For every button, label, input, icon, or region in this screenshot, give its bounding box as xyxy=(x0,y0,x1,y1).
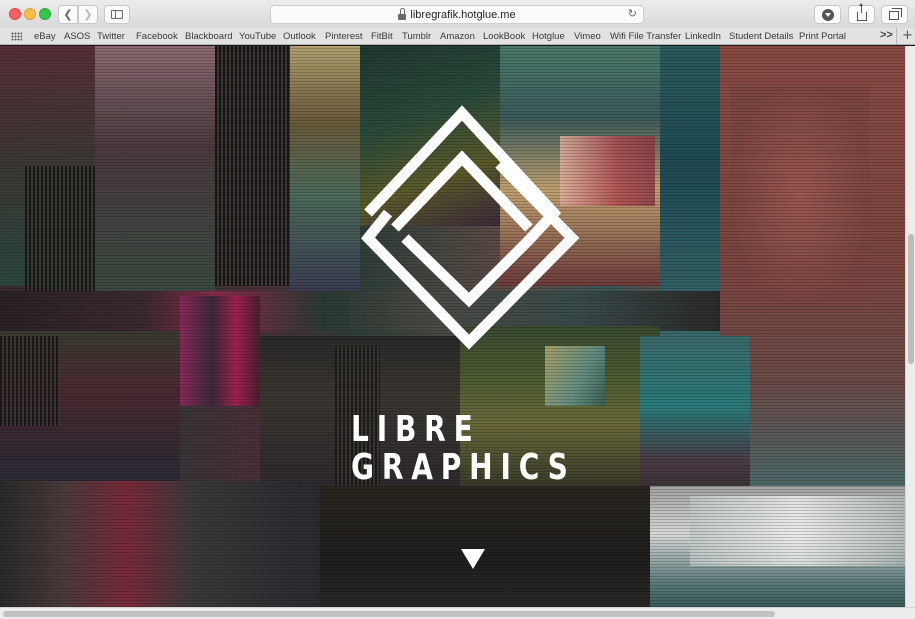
brand-title: LIBRE GRAPHICS xyxy=(351,411,576,487)
downloads-button[interactable] xyxy=(814,5,841,24)
sidebar-icon xyxy=(111,10,123,19)
vertical-scroll-thumb[interactable] xyxy=(908,234,914,364)
bookmark-twitter[interactable]: Twitter xyxy=(97,31,125,42)
horizontal-scroll-thumb[interactable] xyxy=(3,611,775,617)
chevron-right-icon: ❯ xyxy=(83,8,93,21)
address-bar[interactable]: libregrafik.hotglue.me ↻ xyxy=(270,5,644,24)
bookmark-fitbit[interactable]: FitBit xyxy=(371,31,393,42)
bookmark-youtube[interactable]: YouTube xyxy=(239,31,276,42)
bookmark-print-portal[interactable]: Print Portal xyxy=(799,31,846,42)
more-bookmarks-button[interactable]: >> xyxy=(880,29,893,41)
url-text: libregrafik.hotglue.me xyxy=(410,8,516,21)
interlocking-diamond-logo xyxy=(361,105,580,350)
lock-icon xyxy=(398,8,407,20)
new-tab-button[interactable]: + xyxy=(902,28,913,43)
share-icon xyxy=(856,3,867,21)
share-button[interactable] xyxy=(848,3,875,24)
bookmark-blackboard[interactable]: Blackboard xyxy=(185,31,233,42)
bookmarks-bar: eBay ASOS Twitter Facebook Blackboard Yo… xyxy=(0,28,915,45)
bookmark-facebook[interactable]: Facebook xyxy=(136,31,178,42)
minimize-window-button[interactable] xyxy=(24,8,36,20)
bookmark-amazon[interactable]: Amazon xyxy=(440,31,475,42)
brand-line-libre: LIBRE xyxy=(351,409,481,450)
tab-overview-button[interactable] xyxy=(881,5,908,24)
bookmarks-divider xyxy=(896,28,897,45)
browser-toolbar: ❮ ❯ libregrafik.hotglue.me ↻ xyxy=(0,0,915,28)
vertical-scrollbar[interactable] xyxy=(905,46,915,607)
chevron-left-icon: ❮ xyxy=(63,8,73,21)
brand-line-graphics: GRAPHICS xyxy=(351,447,576,488)
sidebar-toggle-button[interactable] xyxy=(104,5,130,24)
bookmark-ebay[interactable]: eBay xyxy=(34,31,56,42)
grid-icon[interactable] xyxy=(11,32,22,41)
bookmark-asos[interactable]: ASOS xyxy=(64,31,90,42)
bookmark-tumblr[interactable]: Tumblr xyxy=(402,31,431,42)
bookmark-outlook[interactable]: Outlook xyxy=(283,31,316,42)
forward-button[interactable]: ❯ xyxy=(78,5,98,24)
horizontal-scrollbar[interactable] xyxy=(0,607,915,619)
close-window-button[interactable] xyxy=(9,8,21,20)
reload-icon[interactable]: ↻ xyxy=(628,7,637,20)
bookmark-pinterest[interactable]: Pinterest xyxy=(325,31,363,42)
web-page: LIBRE GRAPHICS xyxy=(0,46,905,607)
tabs-overview-icon xyxy=(888,8,902,20)
bookmark-student-details[interactable]: Student Details xyxy=(729,31,793,42)
back-button[interactable]: ❮ xyxy=(58,5,78,24)
triangle-down-icon[interactable] xyxy=(461,549,485,569)
bookmark-hotglue[interactable]: Hotglue xyxy=(532,31,565,42)
download-icon xyxy=(821,8,834,21)
bookmark-wifi-file-transfer[interactable]: Wifi File Transfer xyxy=(610,31,681,42)
bookmark-linkedin[interactable]: LinkedIn xyxy=(685,31,721,42)
bookmark-lookbook[interactable]: LookBook xyxy=(483,31,525,42)
bookmark-vimeo[interactable]: Vimeo xyxy=(574,31,601,42)
zoom-window-button[interactable] xyxy=(39,8,51,20)
